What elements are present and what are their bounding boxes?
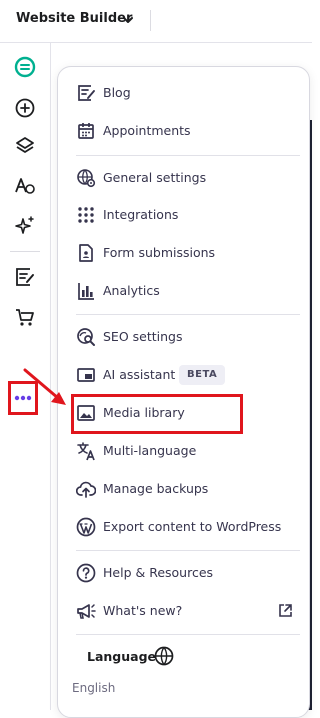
menu-item-label: SEO settings	[103, 329, 183, 344]
more-menu: Blog Appointments General settings Integ…	[57, 66, 310, 718]
menu-item-label: Multi-language	[103, 443, 197, 458]
header-divider	[150, 10, 151, 31]
sidebar	[0, 43, 51, 710]
menu-item-label: Export content to WordPress	[103, 519, 282, 534]
top-bar: Website Builder	[0, 0, 312, 43]
menu-item-label: Appointments	[103, 123, 191, 138]
external-link-icon[interactable]	[278, 603, 293, 618]
chevron-down-icon[interactable]	[121, 13, 135, 27]
sparkles-icon[interactable]	[13, 214, 37, 238]
menu-item-seo-settings[interactable]: SEO settings	[58, 319, 300, 355]
menu-item-label: Analytics	[103, 283, 160, 298]
menu-item-appointments[interactable]: Appointments	[58, 113, 300, 149]
grid-dots-icon	[78, 207, 94, 223]
wordpress-icon	[76, 517, 96, 537]
media-library-highlight	[71, 394, 243, 434]
cart-icon[interactable]	[13, 305, 37, 329]
globe-settings-icon	[77, 169, 96, 188]
more-icon	[14, 395, 32, 401]
menu-item-whats-new[interactable]: What's new?	[58, 593, 300, 629]
text-style-icon[interactable]	[13, 174, 37, 198]
menu-item-label: Integrations	[103, 207, 179, 222]
menu-item-help-resources[interactable]: Help & Resources	[58, 555, 300, 591]
cloud-upload-icon	[76, 481, 96, 498]
menu-item-label: Help & Resources	[103, 565, 214, 580]
app-title: Website Builder	[16, 11, 133, 26]
menu-item-integrations[interactable]: Integrations	[58, 197, 300, 233]
menu-item-analytics[interactable]: Analytics	[58, 273, 300, 309]
menu-item-multi-language[interactable]: Multi-language	[58, 433, 300, 469]
menu-item-general-settings[interactable]: General settings	[58, 160, 300, 196]
globe-icon[interactable]	[154, 646, 174, 666]
menu-item-form-submissions[interactable]: Form submissions	[58, 235, 300, 271]
language-value[interactable]: English	[72, 681, 115, 695]
add-icon[interactable]	[13, 96, 37, 120]
menu-item-blog[interactable]: Blog	[58, 75, 300, 111]
menu-item-label: What's new?	[103, 603, 183, 618]
form-icon	[79, 244, 93, 262]
calendar-icon	[78, 123, 94, 139]
menu-item-manage-backups[interactable]: Manage backups	[58, 471, 300, 507]
blog-icon[interactable]	[13, 265, 37, 289]
megaphone-icon	[77, 604, 96, 619]
language-title: Language	[87, 649, 157, 664]
ai-assistant-icon	[77, 368, 95, 382]
menu-item-label: General settings	[103, 170, 207, 185]
menu-item-ai-assistant[interactable]: AI assistant BETA	[58, 357, 300, 393]
checklist-icon[interactable]	[13, 55, 37, 79]
help-icon	[76, 563, 96, 583]
menu-divider	[76, 634, 300, 635]
bar-chart-icon	[78, 283, 94, 300]
menu-divider	[76, 314, 300, 315]
blog-icon	[78, 85, 95, 101]
menu-item-label: Form submissions	[103, 245, 216, 260]
beta-badge: BETA	[179, 365, 226, 385]
menu-divider	[76, 550, 300, 551]
more-button[interactable]	[8, 381, 38, 415]
menu-item-label: Manage backups	[103, 481, 209, 496]
layers-icon[interactable]	[13, 134, 37, 158]
translate-icon	[77, 442, 95, 461]
menu-divider	[76, 155, 300, 156]
menu-item-label: AI assistant	[103, 367, 176, 382]
seo-search-icon	[77, 328, 95, 346]
sidebar-divider	[10, 251, 40, 252]
menu-item-label: Blog	[103, 85, 131, 100]
menu-item-export-wordpress[interactable]: Export content to WordPress	[58, 509, 300, 545]
